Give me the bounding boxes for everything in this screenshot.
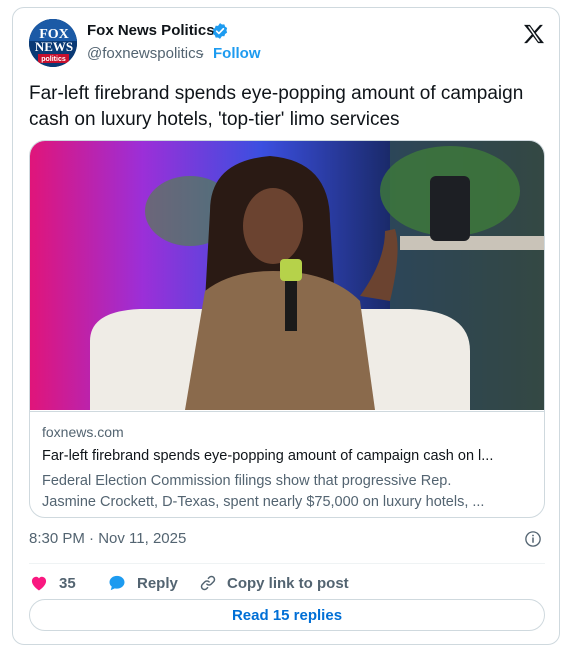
like-button[interactable]: 35: [29, 569, 76, 597]
read-replies-button[interactable]: Read 15 replies: [29, 599, 545, 631]
link-icon: [200, 575, 216, 591]
author-handle[interactable]: @foxnewspolitics: [87, 45, 203, 62]
verified-badge-icon: [212, 23, 228, 39]
reply-label: Reply: [137, 574, 178, 592]
avatar-text-politics: politics: [41, 56, 66, 63]
link-domain: foxnews.com: [42, 424, 124, 440]
avatar[interactable]: FOX NEWS politics: [29, 19, 77, 67]
link-preview-meta: foxnews.com Far-left firebrand spends ey…: [30, 411, 544, 510]
post-text: Far-left firebrand spends eye-popping am…: [29, 83, 524, 130]
link-description: Federal Election Commission filings show…: [42, 471, 532, 513]
post-timestamp[interactable]: 8:30 PM · Nov 11, 2025: [29, 530, 186, 547]
copy-link-button[interactable]: Copy link to post: [199, 569, 349, 597]
link-description-line-1: Federal Election Commission filings show…: [42, 473, 452, 489]
author-name[interactable]: Fox News Politics: [87, 22, 215, 39]
reply-bubble-icon: [109, 575, 125, 591]
divider: [29, 563, 545, 564]
info-icon[interactable]: [524, 530, 542, 548]
avatar-text-news: NEWS: [35, 39, 73, 54]
link-description-line-2: Jasmine Crockett, D-Texas, spent nearly …: [42, 494, 485, 510]
x-logo-icon[interactable]: [523, 24, 545, 44]
link-title[interactable]: Far-left firebrand spends eye-popping am…: [42, 448, 532, 464]
link-preview-card[interactable]: foxnews.com Far-left firebrand spends ey…: [29, 140, 545, 518]
likes-count: 35: [59, 574, 76, 592]
separator-dot: ·: [200, 45, 205, 62]
copy-link-label: Copy link to post: [227, 574, 349, 592]
follow-button[interactable]: Follow: [213, 45, 261, 62]
article-photo: [30, 141, 544, 410]
embedded-post-card: FOX NEWS politics Fox News Politics @fox…: [12, 7, 560, 645]
action-bar: 35 Reply Copy link to post: [29, 569, 545, 599]
heart-icon: [31, 576, 47, 591]
reply-button[interactable]: Reply: [107, 569, 178, 597]
